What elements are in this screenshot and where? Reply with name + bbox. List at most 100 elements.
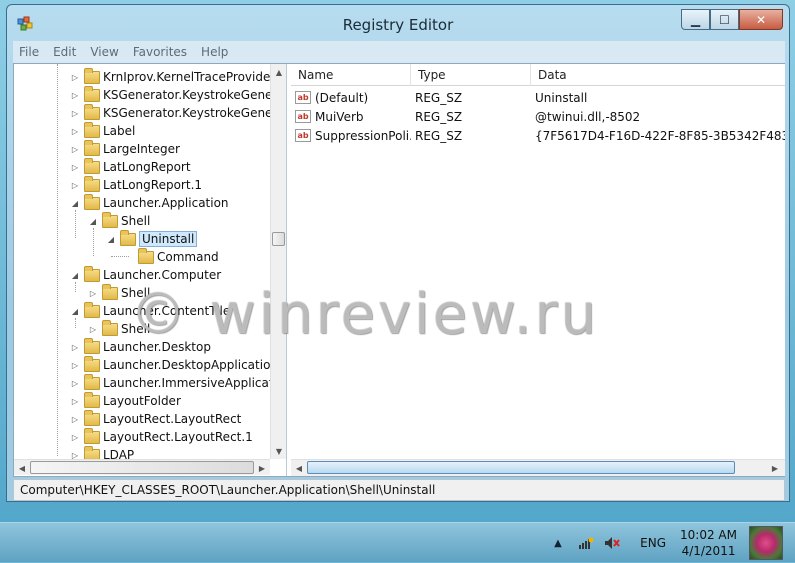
title-bar[interactable]: Registry Editor ▁ ☐ ✕ — [7, 5, 789, 39]
show-hidden-icons-icon[interactable]: ▲ — [554, 538, 568, 549]
value-data: {7F5617D4-F16D-422F-8F85-3B5342F48348} — [535, 128, 785, 143]
expand-arrow-icon[interactable]: ▷ — [70, 378, 80, 388]
collapse-arrow-icon[interactable]: ◢ — [70, 306, 80, 316]
tree-item[interactable]: ▷ LayoutFolder — [70, 391, 181, 410]
tree-item[interactable]: ▷ Launcher.DesktopApplication — [70, 355, 278, 374]
tree-item[interactable]: ▷ LayoutRect.LayoutRect.1 — [70, 427, 253, 446]
tree-vertical-scrollbar[interactable]: ▲ ▼ — [270, 64, 286, 459]
tree-item-label: LatLongReport.1 — [103, 178, 203, 192]
tree-item[interactable]: ▷ LatLongReport — [70, 157, 191, 176]
column-header-data[interactable]: Data — [531, 64, 785, 86]
scroll-left-icon[interactable]: ◀ — [291, 460, 307, 476]
tree-item[interactable]: ◢ Launcher.Computer — [70, 265, 221, 284]
scroll-left-icon[interactable]: ◀ — [14, 460, 30, 476]
menu-file[interactable]: File — [19, 45, 39, 59]
expand-arrow-icon[interactable]: ▷ — [70, 90, 80, 100]
scroll-right-icon[interactable]: ▶ — [254, 460, 270, 476]
folder-icon — [84, 373, 100, 390]
collapse-arrow-icon[interactable]: ◢ — [70, 270, 80, 280]
collapse-arrow-icon[interactable]: ◢ — [70, 198, 80, 208]
expand-arrow-icon[interactable]: ▷ — [70, 144, 80, 154]
column-header-name[interactable]: Name — [291, 64, 411, 86]
expand-arrow-icon[interactable]: ▷ — [70, 108, 80, 118]
tree-item-label: Launcher.ContentTile — [103, 304, 231, 318]
expand-arrow-icon[interactable]: ▷ — [70, 414, 80, 424]
tree-item[interactable]: ◢ Launcher.ContentTile — [70, 301, 231, 320]
user-avatar[interactable] — [749, 526, 783, 560]
tree-item-label: Uninstall — [139, 231, 198, 247]
tree-item-label: Launcher.ImmersiveApplicatio — [103, 376, 285, 390]
maximize-icon: ☐ — [719, 12, 730, 27]
clock[interactable]: 10:02 AM 4/1/2011 — [680, 527, 737, 559]
value-row[interactable]: ab (Default) REG_SZ Uninstall — [291, 88, 785, 107]
menu-help[interactable]: Help — [201, 45, 228, 59]
folder-icon — [120, 229, 136, 246]
expand-arrow-icon[interactable]: ▷ — [70, 126, 80, 136]
tree-item-label: KSGenerator.KeystrokeGenerato — [103, 88, 287, 102]
expand-arrow-icon[interactable]: ▷ — [70, 432, 80, 442]
registry-tree: ▷ KrnIprov.KernelTraceProvider.1 ▷ KSGener… — [14, 64, 287, 476]
tree-item[interactable]: Command — [124, 247, 219, 266]
tree-vscroll-thumb[interactable] — [272, 232, 285, 246]
tree-item[interactable]: ▷ Label — [70, 121, 135, 140]
tree-guide-line — [75, 210, 76, 238]
values-horizontal-scrollbar[interactable]: ◀ ▶ — [291, 459, 785, 476]
expand-arrow-icon[interactable]: ▷ — [70, 72, 80, 82]
tree-item[interactable]: ▷ Launcher.Desktop — [70, 337, 211, 356]
menu-favorites[interactable]: Favorites — [133, 45, 187, 59]
tree-hscroll-thumb[interactable] — [30, 461, 254, 474]
folder-icon — [84, 193, 100, 210]
expand-arrow-icon[interactable]: ▷ — [70, 162, 80, 172]
expand-arrow-icon[interactable]: ▷ — [88, 288, 98, 298]
close-icon: ✕ — [755, 12, 767, 27]
expand-arrow-icon[interactable]: ▷ — [88, 324, 98, 334]
values-hscroll-thumb[interactable] — [307, 461, 735, 474]
tree-item-label: KSGenerator.KeystrokeGenerato — [103, 106, 287, 120]
network-icon[interactable] — [578, 535, 594, 551]
tree-item[interactable]: ▷ Launcher.ImmersiveApplicatio — [70, 373, 285, 392]
expand-arrow-icon[interactable]: ▷ — [70, 396, 80, 406]
expand-arrow-icon[interactable]: ▷ — [70, 180, 80, 190]
tree-item-label: Shell — [121, 286, 151, 300]
menu-edit[interactable]: Edit — [53, 45, 76, 59]
volume-muted-icon[interactable] — [604, 535, 620, 551]
tree-item[interactable]: ▷ LargeInteger — [70, 139, 180, 158]
folder-icon — [84, 409, 100, 426]
collapse-arrow-icon[interactable]: ◢ — [88, 216, 98, 226]
folder-icon — [84, 337, 100, 354]
tree-item[interactable]: ▷ LatLongReport.1 — [70, 175, 203, 194]
expand-arrow-icon[interactable]: ▷ — [70, 360, 80, 370]
scroll-right-icon[interactable]: ▶ — [767, 460, 783, 476]
scroll-down-icon[interactable]: ▼ — [271, 443, 286, 459]
maximize-button[interactable]: ☐ — [710, 9, 739, 30]
tree-item-label: Command — [157, 250, 219, 264]
tree-item[interactable]: ▷ Shell — [88, 319, 150, 338]
folder-icon — [84, 265, 100, 282]
column-header-type[interactable]: Type — [411, 64, 531, 86]
folder-icon — [138, 247, 154, 264]
tree-item[interactable]: ◢ Shell — [88, 211, 150, 230]
value-row[interactable]: ab MuiVerb REG_SZ @twinui.dll,-8502 — [291, 107, 785, 126]
tree-horizontal-scrollbar[interactable]: ◀ ▶ — [14, 459, 270, 475]
tree-item[interactable]: ▷ LayoutRect.LayoutRect — [70, 409, 241, 428]
string-value-icon: ab — [295, 110, 311, 123]
collapse-arrow-icon[interactable]: ◢ — [106, 234, 116, 244]
value-row[interactable]: ab SuppressionPoli... REG_SZ {7F5617D4-F… — [291, 126, 785, 145]
tree-item[interactable]: ▷ KSGenerator.KeystrokeGenerato — [70, 103, 287, 122]
language-indicator[interactable]: ENG — [640, 536, 666, 550]
tree-item[interactable]: ▷ Shell — [88, 283, 151, 302]
expand-arrow-icon[interactable]: ▷ — [70, 342, 80, 352]
menu-view[interactable]: View — [90, 45, 118, 59]
value-data: @twinui.dll,-8502 — [535, 109, 641, 124]
minimize-button[interactable]: ▁ — [681, 9, 710, 30]
tree-item[interactable]: ▷ KrnIprov.KernelTraceProvider.1 — [70, 67, 286, 86]
tree-item[interactable]: ▷ KSGenerator.KeystrokeGenerato — [70, 85, 287, 104]
value-name: MuiVerb — [315, 109, 364, 124]
folder-icon — [84, 121, 100, 138]
folder-icon — [84, 157, 100, 174]
scroll-up-icon[interactable]: ▲ — [271, 64, 286, 80]
tree-item-selected[interactable]: ◢ Uninstall — [106, 229, 198, 248]
close-button[interactable]: ✕ — [739, 9, 783, 30]
tree-item[interactable]: ◢ Launcher.Application — [70, 193, 229, 212]
